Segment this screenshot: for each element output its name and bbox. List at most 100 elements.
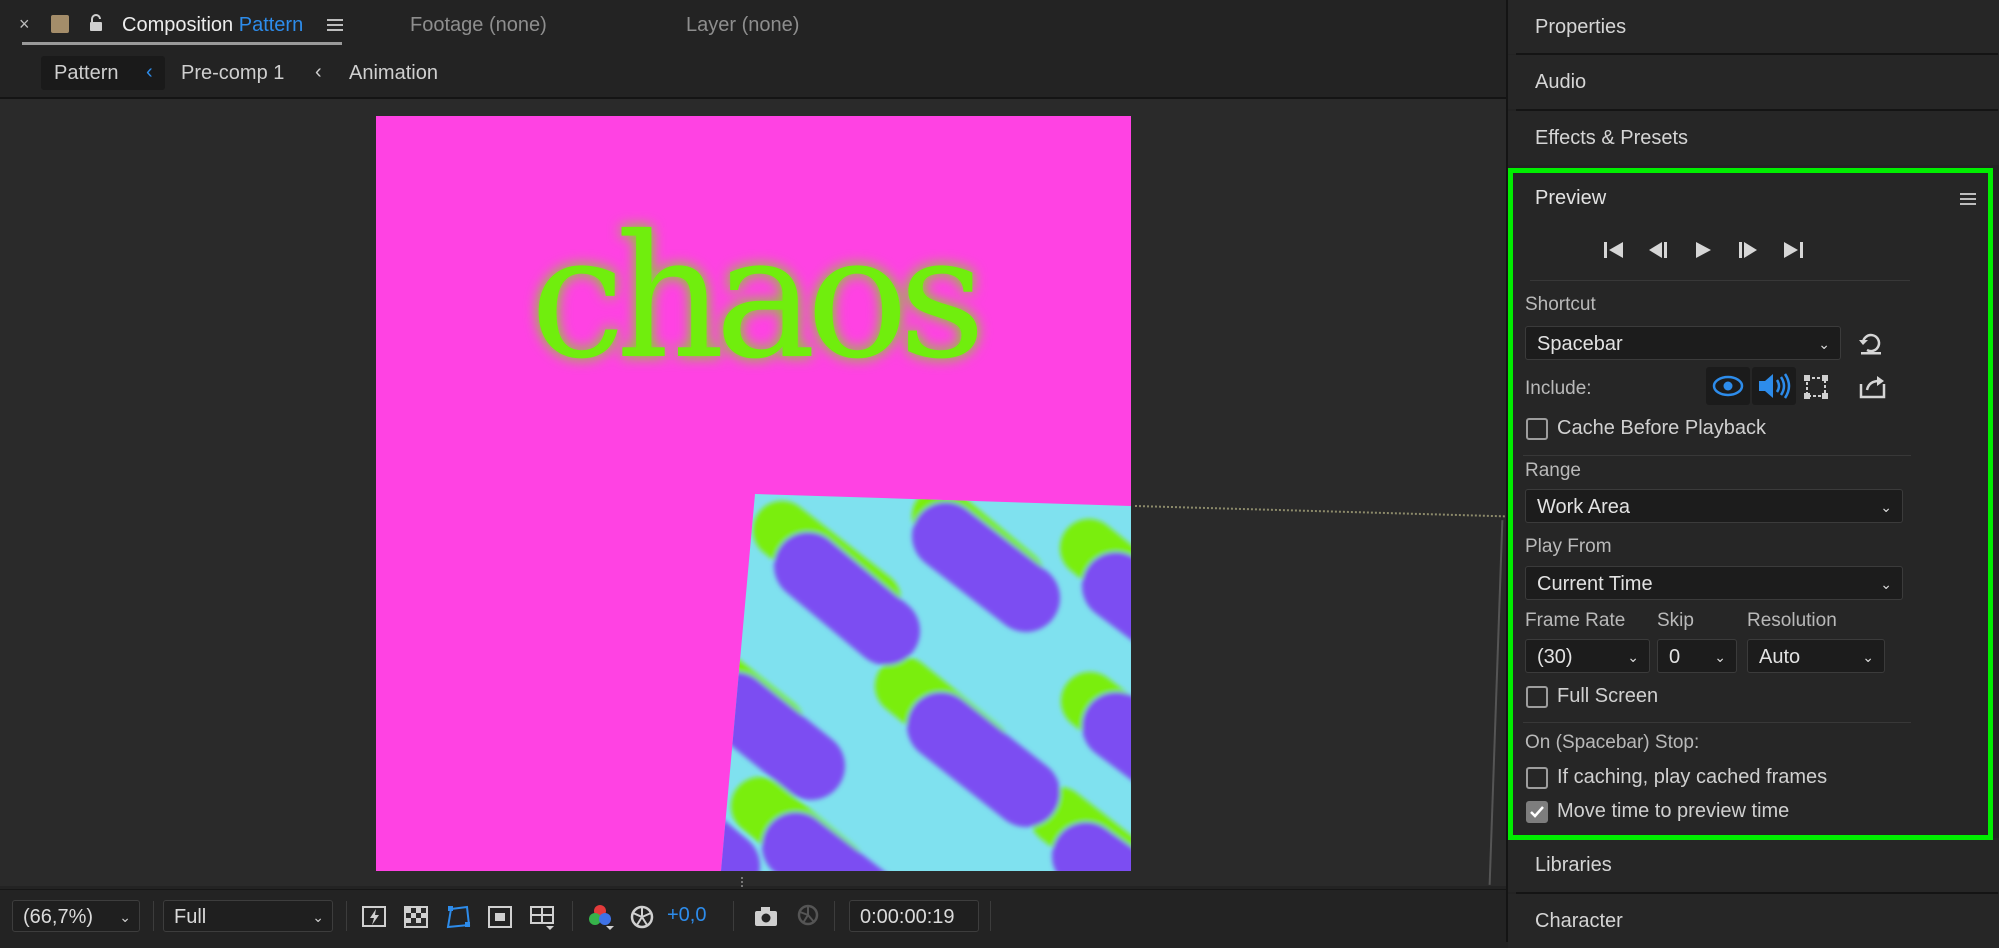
shortcut-label: Shortcut bbox=[1525, 294, 1596, 315]
flowchart-item-precomp[interactable]: Pre-comp 1 bbox=[181, 62, 284, 85]
transparency-grid-icon[interactable] bbox=[401, 902, 431, 932]
reset-exposure-icon[interactable] bbox=[627, 902, 657, 932]
exposure-value[interactable]: +0,0 bbox=[667, 904, 706, 927]
chevron-down-icon: ⌄ bbox=[1880, 499, 1892, 515]
mask-visibility-icon[interactable] bbox=[443, 902, 473, 932]
section-divider bbox=[1523, 455, 1911, 456]
fast-previews-icon[interactable] bbox=[359, 902, 389, 932]
include-overlay-icon[interactable] bbox=[1802, 373, 1830, 401]
toolbar-separator bbox=[990, 901, 991, 931]
checkmark-icon bbox=[1530, 806, 1544, 818]
play-from-value: Current Time bbox=[1537, 573, 1653, 595]
preview-panel: Preview Shortcut Spacebar ⌄ Include: Cac… bbox=[1508, 168, 1993, 840]
cache-before-label: Cache Before Playback bbox=[1557, 417, 1767, 439]
show-snapshot-icon[interactable] bbox=[793, 900, 823, 930]
previous-frame-icon[interactable] bbox=[1647, 240, 1671, 260]
tab-composition-prefix: Composition bbox=[122, 14, 234, 36]
tab-layer[interactable]: Layer (none) bbox=[686, 14, 799, 37]
composition-canvas[interactable]: chaos bbox=[376, 116, 1131, 871]
chevron-down-icon: ⌄ bbox=[1627, 649, 1639, 665]
current-time-field[interactable]: 0:00:00:19 bbox=[849, 900, 979, 932]
chevron-down-icon: ⌄ bbox=[1818, 336, 1830, 352]
skip-label: Skip bbox=[1657, 610, 1694, 631]
shortcut-dropdown[interactable]: Spacebar ⌄ bbox=[1525, 326, 1841, 360]
toolbar-separator bbox=[572, 901, 573, 931]
skip-value: 0 bbox=[1669, 646, 1681, 668]
chevron-down-icon: ⌄ bbox=[1862, 649, 1874, 665]
shortcut-value: Spacebar bbox=[1537, 333, 1623, 355]
play-from-label: Play From bbox=[1525, 536, 1612, 557]
preview-title: Preview bbox=[1535, 187, 1607, 209]
label-color-swatch[interactable] bbox=[51, 15, 69, 33]
region-of-interest-icon[interactable] bbox=[485, 902, 515, 932]
export-preview-icon[interactable] bbox=[1859, 374, 1887, 400]
chevron-down-icon: ⌄ bbox=[1880, 576, 1892, 592]
play-icon[interactable] bbox=[1693, 240, 1713, 260]
magnification-value: (66,7%) bbox=[23, 906, 94, 928]
panel-audio[interactable]: Audio bbox=[1508, 55, 1999, 109]
frame-rate-label: Frame Rate bbox=[1525, 610, 1626, 631]
play-from-dropdown[interactable]: Current Time ⌄ bbox=[1525, 566, 1903, 600]
center-marker bbox=[741, 877, 745, 887]
cache-before-checkbox[interactable] bbox=[1526, 418, 1548, 440]
panel-libraries[interactable]: Libraries bbox=[1508, 838, 1999, 892]
panel-character[interactable]: Character bbox=[1508, 894, 1999, 948]
full-screen-label: Full Screen bbox=[1557, 685, 1659, 707]
skip-dropdown[interactable]: 0 ⌄ bbox=[1657, 639, 1737, 673]
tab-footage[interactable]: Footage (none) bbox=[410, 14, 547, 37]
panel-effects-presets[interactable]: Effects & Presets bbox=[1508, 111, 1999, 165]
canvas-chaos-text: chaos bbox=[530, 199, 977, 397]
viewer-toolbar: (66,7%) ⌄ Full ⌄ +0,0 0:00:00:19 bbox=[0, 889, 1506, 943]
frame-rate-dropdown[interactable]: (30) ⌄ bbox=[1525, 639, 1650, 673]
if-caching-label: If caching, play cached frames bbox=[1557, 766, 1828, 788]
reset-shortcut-icon[interactable] bbox=[1858, 331, 1884, 357]
flowchart-item-animation[interactable]: Animation bbox=[349, 62, 438, 85]
next-frame-icon[interactable] bbox=[1735, 240, 1759, 260]
panel-menu-icon[interactable] bbox=[1960, 192, 1976, 206]
chevron-left-icon: ‹ bbox=[146, 61, 153, 83]
resolution-dropdown[interactable]: Full ⌄ bbox=[163, 900, 333, 932]
active-tab-underline bbox=[22, 42, 342, 45]
section-divider bbox=[1523, 722, 1911, 723]
tab-composition[interactable]: Composition Pattern bbox=[122, 14, 303, 37]
include-label: Include: bbox=[1525, 378, 1592, 399]
camera-icon[interactable] bbox=[751, 902, 781, 932]
chevron-down-icon: ⌄ bbox=[1714, 649, 1726, 665]
panel-properties[interactable]: Properties bbox=[1508, 0, 1999, 54]
toolbar-separator bbox=[733, 901, 734, 931]
frame-rate-value: (30) bbox=[1537, 646, 1573, 668]
current-time-value: 0:00:00:19 bbox=[860, 906, 955, 928]
chevron-down-icon: ⌄ bbox=[312, 909, 324, 925]
resolution-value: Full bbox=[174, 906, 207, 928]
last-frame-icon[interactable] bbox=[1781, 240, 1805, 260]
toolbar-separator bbox=[834, 901, 835, 931]
chevron-left-icon: ‹ bbox=[315, 61, 322, 83]
flowchart-item-pattern[interactable]: Pattern bbox=[54, 62, 118, 85]
range-value: Work Area bbox=[1537, 496, 1630, 518]
include-audio-toggle[interactable] bbox=[1752, 367, 1796, 405]
include-video-toggle[interactable] bbox=[1706, 367, 1750, 405]
full-screen-checkbox[interactable] bbox=[1526, 686, 1548, 708]
chevron-down-icon: ⌄ bbox=[119, 909, 131, 925]
close-tab-icon[interactable]: × bbox=[19, 14, 30, 35]
resolution-dropdown[interactable]: Auto ⌄ bbox=[1747, 639, 1885, 673]
section-divider bbox=[1530, 280, 1910, 281]
channel-rgb-icon[interactable] bbox=[585, 902, 615, 932]
magnification-dropdown[interactable]: (66,7%) ⌄ bbox=[12, 900, 140, 932]
lock-icon[interactable] bbox=[88, 13, 104, 33]
grid-guides-icon[interactable] bbox=[527, 902, 557, 932]
range-label: Range bbox=[1525, 460, 1581, 481]
move-time-label: Move time to preview time bbox=[1557, 800, 1790, 822]
range-dropdown[interactable]: Work Area ⌄ bbox=[1525, 489, 1903, 523]
resolution-value: Auto bbox=[1759, 646, 1801, 668]
toolbar-separator bbox=[153, 901, 154, 931]
if-caching-checkbox[interactable] bbox=[1526, 767, 1548, 789]
toolbar-separator bbox=[346, 901, 347, 931]
panel-menu-icon[interactable] bbox=[327, 18, 343, 32]
resolution-label: Resolution bbox=[1747, 610, 1837, 631]
first-frame-icon[interactable] bbox=[1602, 240, 1626, 260]
composition-panel: × Composition Pattern Footage (none) Lay… bbox=[0, 0, 1506, 943]
tab-composition-name: Pattern bbox=[238, 14, 304, 36]
move-time-checkbox[interactable] bbox=[1526, 801, 1548, 823]
on-stop-label: On (Spacebar) Stop: bbox=[1525, 732, 1700, 753]
